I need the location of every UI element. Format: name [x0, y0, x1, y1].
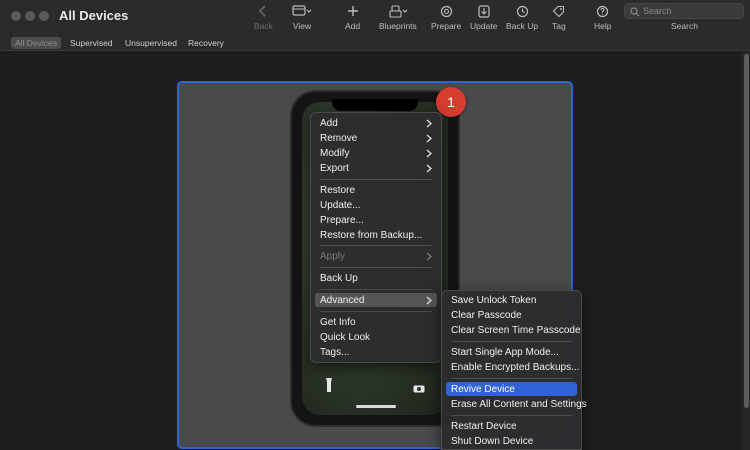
menu-item-get-info[interactable]: Get Info: [315, 315, 437, 329]
menu-separator: [320, 267, 432, 268]
blueprints-button[interactable]: Blueprints: [379, 4, 417, 31]
help-icon: [596, 4, 609, 18]
chevron-right-icon: [426, 293, 432, 307]
flashlight-icon: [325, 377, 333, 398]
search-icon: [630, 7, 640, 19]
back-up-button[interactable]: Back Up: [506, 4, 538, 31]
backup-clock-icon: [516, 4, 529, 18]
filter-supervised[interactable]: Supervised: [66, 37, 117, 49]
search-placeholder: Search: [643, 6, 672, 16]
window-title: All Devices: [59, 8, 129, 23]
menu-item-back-up[interactable]: Back Up: [315, 271, 437, 285]
menu-item-add[interactable]: Add: [315, 116, 437, 130]
menu-item-export[interactable]: Export: [315, 161, 437, 175]
menu-item-shut-down-device[interactable]: Shut Down Device: [446, 434, 577, 448]
filter-unsupervised[interactable]: Unsupervised: [121, 37, 181, 49]
menu-item-erase-all-content[interactable]: Erase All Content and Settings: [446, 397, 587, 411]
menu-item-enable-encrypted-backups[interactable]: Enable Encrypted Backups...: [446, 360, 579, 374]
zoom-window-button[interactable]: [39, 11, 49, 21]
menu-separator: [320, 245, 432, 246]
menu-item-start-single-app-mode[interactable]: Start Single App Mode...: [446, 345, 577, 359]
filter-all-devices[interactable]: All Devices: [11, 37, 62, 49]
menu-item-modify[interactable]: Modify: [315, 146, 437, 160]
minimize-window-button[interactable]: [25, 11, 35, 21]
context-menu: Add Remove Modify Export Restore Update.…: [310, 112, 442, 363]
filter-recovery[interactable]: Recovery: [184, 37, 228, 49]
menu-separator: [451, 378, 572, 379]
search-input[interactable]: Search: [624, 3, 744, 19]
menu-separator: [320, 289, 432, 290]
menu-item-restore[interactable]: Restore: [315, 183, 437, 197]
menu-item-restore-from-backup[interactable]: Restore from Backup...: [315, 228, 437, 242]
chevron-right-icon: [426, 131, 432, 145]
chevron-right-icon: [426, 249, 432, 263]
menu-item-clear-screen-time-passcode[interactable]: Clear Screen Time Passcode: [446, 323, 581, 337]
menu-item-tags[interactable]: Tags...: [315, 345, 437, 359]
search-label: Search: [671, 21, 698, 31]
chevron-left-icon: [258, 4, 268, 18]
home-indicator: [356, 405, 396, 408]
menu-item-advanced[interactable]: Advanced: [315, 293, 437, 307]
chevron-right-icon: [426, 116, 432, 130]
chevron-right-icon: [426, 146, 432, 160]
download-icon: [478, 4, 490, 18]
view-button[interactable]: View: [292, 4, 312, 31]
menu-item-remove[interactable]: Remove: [315, 131, 437, 145]
menu-separator: [451, 415, 572, 416]
camera-icon: [413, 380, 425, 398]
menu-separator: [320, 311, 432, 312]
step-badge: 1: [436, 87, 466, 117]
toolbar: All Devices Back View Add Blueprints Pre…: [0, 0, 750, 34]
menu-item-apply: Apply: [315, 249, 437, 263]
menu-item-restart-device[interactable]: Restart Device: [446, 419, 577, 433]
gear-icon: [440, 4, 453, 18]
menu-separator: [320, 179, 432, 180]
add-button[interactable]: Add: [345, 4, 360, 31]
help-button[interactable]: Help: [594, 4, 611, 31]
menu-separator: [451, 341, 572, 342]
filter-bar: All Devices Supervised Unsupervised Reco…: [0, 34, 750, 51]
plus-icon: [347, 4, 359, 18]
menu-item-prepare[interactable]: Prepare...: [315, 213, 437, 227]
phone-notch: [332, 99, 418, 111]
chevron-right-icon: [426, 161, 432, 175]
tag-icon: [552, 4, 565, 18]
advanced-submenu: Save Unlock Token Clear Passcode Clear S…: [441, 290, 587, 450]
back-button[interactable]: Back: [254, 4, 273, 31]
menu-item-save-unlock-token[interactable]: Save Unlock Token: [446, 293, 577, 307]
view-icon: [292, 4, 312, 18]
tag-button[interactable]: Tag: [552, 4, 566, 31]
update-button[interactable]: Update: [470, 4, 497, 31]
prepare-button[interactable]: Prepare: [431, 4, 461, 31]
menu-item-quick-look[interactable]: Quick Look: [315, 330, 437, 344]
menu-item-update[interactable]: Update...: [315, 198, 437, 212]
menu-item-clear-passcode[interactable]: Clear Passcode: [446, 308, 577, 322]
scrollbar-thumb[interactable]: [744, 54, 749, 408]
close-window-button[interactable]: [11, 11, 21, 21]
blueprint-icon: [387, 4, 409, 18]
menu-item-revive-device[interactable]: Revive Device: [446, 382, 577, 396]
